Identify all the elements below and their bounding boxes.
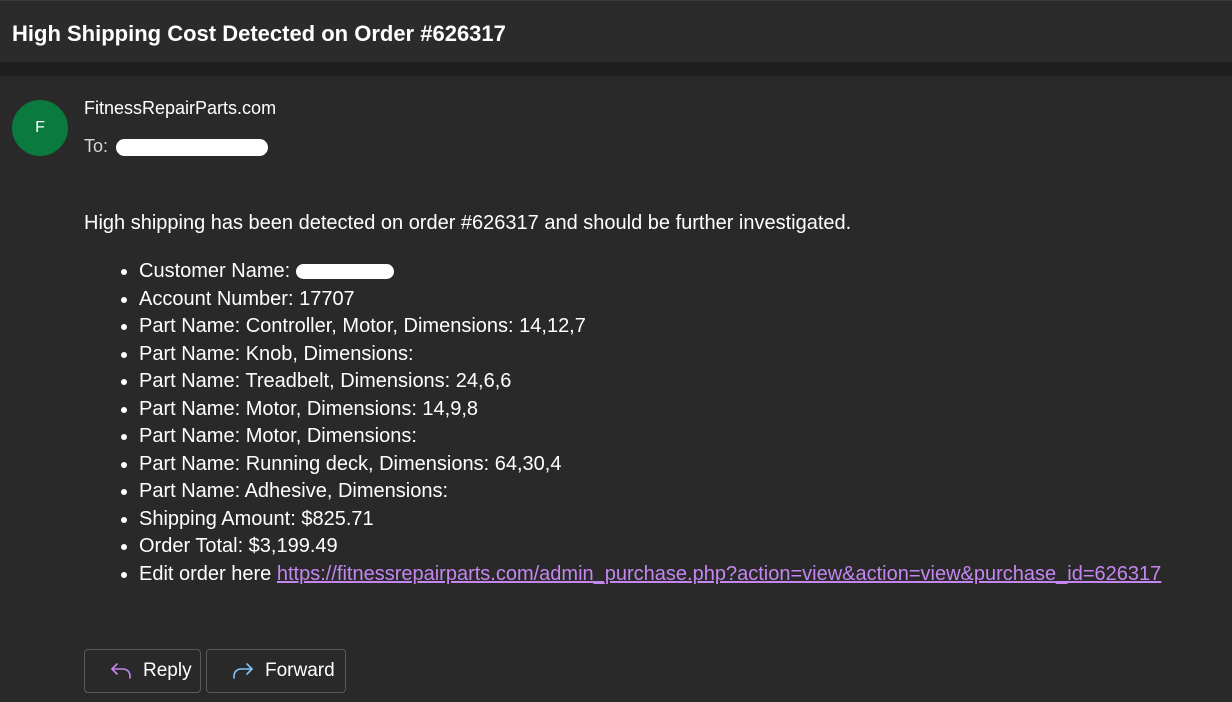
list-item: Part Name: Running deck, Dimensions: 64,… — [139, 451, 1161, 479]
order-details-list: Customer Name: Account Number: 17707 Par… — [84, 258, 1161, 588]
list-item: Part Name: Controller, Motor, Dimensions… — [139, 313, 1161, 341]
edit-order-link[interactable]: https://fitnessrepairparts.com/admin_pur… — [277, 563, 1161, 585]
reply-label: Reply — [143, 660, 192, 681]
list-item: Part Name: Adhesive, Dimensions: — [139, 478, 1161, 506]
body-intro: High shipping has been detected on order… — [84, 212, 852, 234]
redacted-customer-name — [296, 264, 395, 280]
customer-label: Customer Name: — [139, 260, 291, 282]
reply-arrow-icon — [109, 661, 133, 681]
recipient-row: To: — [84, 136, 108, 157]
list-item: Order Total: $3,199.49 — [139, 533, 1161, 561]
forward-arrow-icon — [231, 661, 255, 681]
edit-order-label: Edit order here — [139, 562, 272, 585]
list-item: Part Name: Motor, Dimensions: 14,9,8 — [139, 396, 1161, 424]
list-item: Account Number: 17707 — [139, 286, 1161, 314]
forward-button[interactable]: Forward — [206, 649, 346, 693]
forward-label: Forward — [265, 660, 335, 681]
list-item: Part Name: Knob, Dimensions: — [139, 341, 1161, 369]
list-item-edit-order: Edit order here https://fitnessrepairpar… — [139, 561, 1161, 589]
redacted-recipient — [116, 139, 268, 156]
reply-button[interactable]: Reply — [84, 649, 201, 693]
to-label: To: — [84, 136, 109, 156]
email-header: High Shipping Cost Detected on Order #62… — [0, 0, 1232, 62]
sender-name[interactable]: FitnessRepairParts.com — [84, 98, 276, 119]
list-item: Shipping Amount: $825.71 — [139, 506, 1161, 534]
header-divider — [0, 62, 1232, 76]
list-item: Part Name: Treadbelt, Dimensions: 24,6,6 — [139, 368, 1161, 396]
email-subject: High Shipping Cost Detected on Order #62… — [12, 21, 506, 46]
list-item: Part Name: Motor, Dimensions: — [139, 423, 1161, 451]
sender-avatar[interactable]: F — [12, 100, 68, 156]
list-item-customer: Customer Name: — [139, 258, 1161, 286]
